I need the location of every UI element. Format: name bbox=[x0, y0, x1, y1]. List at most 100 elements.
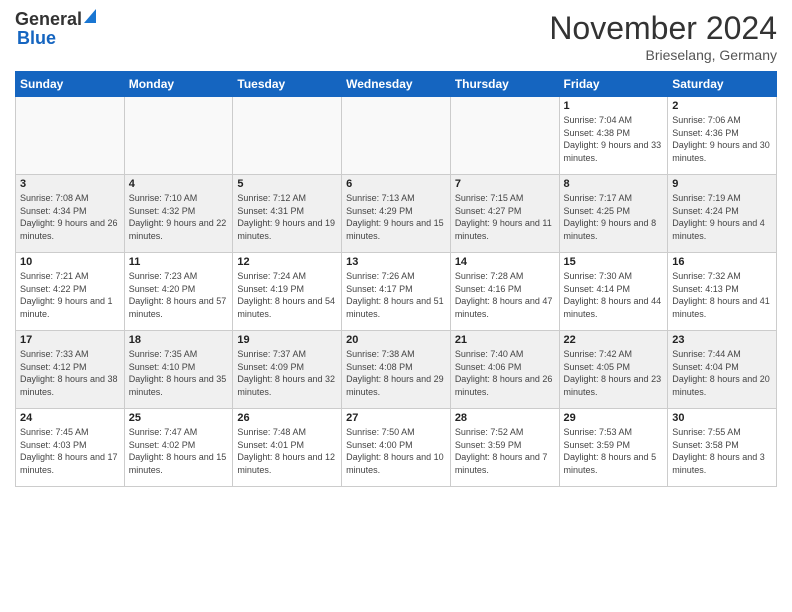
location-subtitle: Brieselang, Germany bbox=[549, 47, 777, 63]
day-number: 8 bbox=[564, 178, 664, 190]
day-info: Sunrise: 7:40 AM Sunset: 4:06 PM Dayligh… bbox=[455, 348, 555, 398]
day-info: Sunrise: 7:23 AM Sunset: 4:20 PM Dayligh… bbox=[129, 270, 229, 320]
col-wednesday: Wednesday bbox=[342, 72, 451, 97]
day-info: Sunrise: 7:45 AM Sunset: 4:03 PM Dayligh… bbox=[20, 426, 120, 476]
day-info: Sunrise: 7:48 AM Sunset: 4:01 PM Dayligh… bbox=[237, 426, 337, 476]
table-row: 4 Sunrise: 7:10 AM Sunset: 4:32 PM Daylig… bbox=[124, 175, 233, 253]
logo: General Blue bbox=[15, 10, 96, 49]
page-container: General Blue November 2024 Brieselang, G… bbox=[0, 0, 792, 497]
logo-triangle-icon bbox=[84, 9, 96, 28]
day-number: 28 bbox=[455, 412, 555, 424]
day-number: 27 bbox=[346, 412, 446, 424]
day-number: 26 bbox=[237, 412, 337, 424]
table-row bbox=[233, 97, 342, 175]
table-row: 29 Sunrise: 7:53 AM Sunset: 3:59 PM Dayli… bbox=[559, 409, 668, 487]
table-row: 7 Sunrise: 7:15 AM Sunset: 4:27 PM Daylig… bbox=[450, 175, 559, 253]
day-info: Sunrise: 7:38 AM Sunset: 4:08 PM Dayligh… bbox=[346, 348, 446, 398]
day-number: 24 bbox=[20, 412, 120, 424]
table-row: 15Sunrise: 7:30 AM Sunset: 4:14 PM Dayli… bbox=[559, 253, 668, 331]
col-tuesday: Tuesday bbox=[233, 72, 342, 97]
table-row: 3Sunrise: 7:08 AM Sunset: 4:34 PM Daylig… bbox=[16, 175, 125, 253]
day-info: Sunrise: 7:12 AM Sunset: 4:31 PM Dayligh… bbox=[237, 192, 337, 242]
table-row: 11 Sunrise: 7:23 AM Sunset: 4:20 PM Dayli… bbox=[124, 253, 233, 331]
day-number: 12 bbox=[237, 256, 337, 268]
table-row: 26 Sunrise: 7:48 AM Sunset: 4:01 PM Dayli… bbox=[233, 409, 342, 487]
table-row: 20 Sunrise: 7:38 AM Sunset: 4:08 PM Dayli… bbox=[342, 331, 451, 409]
table-row: 10 Sunrise: 7:21 AM Sunset: 4:22 PM Dayli… bbox=[16, 253, 125, 331]
day-number: 17 bbox=[20, 334, 120, 346]
day-info: Sunrise: 7:15 AM Sunset: 4:27 PM Dayligh… bbox=[455, 192, 555, 242]
table-row: 24 Sunrise: 7:45 AM Sunset: 4:03 PM Dayli… bbox=[16, 409, 125, 487]
day-number: 23 bbox=[672, 334, 772, 346]
day-info: Sunrise: 7:44 AM Sunset: 4:04 PM Dayligh… bbox=[672, 348, 772, 398]
day-number: 9 bbox=[672, 178, 772, 190]
table-row bbox=[342, 97, 451, 175]
day-number: 29 bbox=[564, 412, 664, 424]
day-number: 4 bbox=[129, 178, 229, 190]
day-number: 22 bbox=[564, 334, 664, 346]
day-info: Sunrise: 7:24 AM Sunset: 4:19 PM Dayligh… bbox=[237, 270, 337, 320]
day-info: Sunrise: 7:32 AM Sunset: 4:13 PM Dayligh… bbox=[672, 270, 772, 320]
day-number: 14 bbox=[455, 256, 555, 268]
table-row: 27 Sunrise: 7:50 AM Sunset: 4:00 PM Dayli… bbox=[342, 409, 451, 487]
table-row bbox=[450, 97, 559, 175]
calendar-week-row: 10 Sunrise: 7:21 AM Sunset: 4:22 PM Dayli… bbox=[16, 253, 777, 331]
table-row: 12 Sunrise: 7:24 AM Sunset: 4:19 PM Dayli… bbox=[233, 253, 342, 331]
day-number: 1 bbox=[564, 100, 664, 112]
day-info: Sunrise: 7:42 AM Sunset: 4:05 PM Dayligh… bbox=[564, 348, 664, 398]
day-number: 18 bbox=[129, 334, 229, 346]
day-info: Sunrise: 7:30 AM Sunset: 4:14 PM Dayligh… bbox=[564, 270, 664, 320]
day-number: 13 bbox=[346, 256, 446, 268]
table-row: 21 Sunrise: 7:40 AM Sunset: 4:06 PM Dayli… bbox=[450, 331, 559, 409]
table-row: 14Sunrise: 7:28 AM Sunset: 4:16 PM Dayli… bbox=[450, 253, 559, 331]
table-row: 28 Sunrise: 7:52 AM Sunset: 3:59 PM Dayli… bbox=[450, 409, 559, 487]
day-info: Sunrise: 7:50 AM Sunset: 4:00 PM Dayligh… bbox=[346, 426, 446, 476]
day-number: 16 bbox=[672, 256, 772, 268]
logo-blue-text: Blue bbox=[17, 28, 56, 48]
table-row bbox=[16, 97, 125, 175]
day-number: 7 bbox=[455, 178, 555, 190]
calendar-body: 1Sunrise: 7:04 AM Sunset: 4:38 PM Daylig… bbox=[16, 97, 777, 487]
table-row: 16 Sunrise: 7:32 AM Sunset: 4:13 PM Dayli… bbox=[668, 253, 777, 331]
calendar-week-row: 3Sunrise: 7:08 AM Sunset: 4:34 PM Daylig… bbox=[16, 175, 777, 253]
day-info: Sunrise: 7:33 AM Sunset: 4:12 PM Dayligh… bbox=[20, 348, 120, 398]
day-info: Sunrise: 7:13 AM Sunset: 4:29 PM Dayligh… bbox=[346, 192, 446, 242]
day-number: 2 bbox=[672, 100, 772, 112]
day-info: Sunrise: 7:26 AM Sunset: 4:17 PM Dayligh… bbox=[346, 270, 446, 320]
day-info: Sunrise: 7:19 AM Sunset: 4:24 PM Dayligh… bbox=[672, 192, 772, 242]
table-row: 6 Sunrise: 7:13 AM Sunset: 4:29 PM Daylig… bbox=[342, 175, 451, 253]
table-row: 19Sunrise: 7:37 AM Sunset: 4:09 PM Dayli… bbox=[233, 331, 342, 409]
day-number: 19 bbox=[237, 334, 337, 346]
table-row: 22 Sunrise: 7:42 AM Sunset: 4:05 PM Dayli… bbox=[559, 331, 668, 409]
day-info: Sunrise: 7:08 AM Sunset: 4:34 PM Dayligh… bbox=[20, 192, 120, 242]
table-row bbox=[124, 97, 233, 175]
table-row: 23 Sunrise: 7:44 AM Sunset: 4:04 PM Dayli… bbox=[668, 331, 777, 409]
col-friday: Friday bbox=[559, 72, 668, 97]
day-number: 21 bbox=[455, 334, 555, 346]
day-number: 10 bbox=[20, 256, 120, 268]
table-row: 9 Sunrise: 7:19 AM Sunset: 4:24 PM Daylig… bbox=[668, 175, 777, 253]
calendar-header-row: Sunday Monday Tuesday Wednesday Thursday… bbox=[16, 72, 777, 97]
day-info: Sunrise: 7:53 AM Sunset: 3:59 PM Dayligh… bbox=[564, 426, 664, 476]
table-row: 18Sunrise: 7:35 AM Sunset: 4:10 PM Dayli… bbox=[124, 331, 233, 409]
col-saturday: Saturday bbox=[668, 72, 777, 97]
month-title: November 2024 bbox=[549, 10, 777, 47]
table-row: 1Sunrise: 7:04 AM Sunset: 4:38 PM Daylig… bbox=[559, 97, 668, 175]
day-info: Sunrise: 7:06 AM Sunset: 4:36 PM Dayligh… bbox=[672, 114, 772, 164]
day-number: 20 bbox=[346, 334, 446, 346]
day-info: Sunrise: 7:47 AM Sunset: 4:02 PM Dayligh… bbox=[129, 426, 229, 476]
day-number: 5 bbox=[237, 178, 337, 190]
day-number: 25 bbox=[129, 412, 229, 424]
table-row: 30Sunrise: 7:55 AM Sunset: 3:58 PM Dayli… bbox=[668, 409, 777, 487]
calendar-week-row: 1Sunrise: 7:04 AM Sunset: 4:38 PM Daylig… bbox=[16, 97, 777, 175]
table-row: 13 Sunrise: 7:26 AM Sunset: 4:17 PM Dayli… bbox=[342, 253, 451, 331]
day-info: Sunrise: 7:52 AM Sunset: 3:59 PM Dayligh… bbox=[455, 426, 555, 476]
day-number: 6 bbox=[346, 178, 446, 190]
day-info: Sunrise: 7:10 AM Sunset: 4:32 PM Dayligh… bbox=[129, 192, 229, 242]
day-info: Sunrise: 7:17 AM Sunset: 4:25 PM Dayligh… bbox=[564, 192, 664, 242]
day-number: 11 bbox=[129, 256, 229, 268]
table-row: 17 Sunrise: 7:33 AM Sunset: 4:12 PM Dayli… bbox=[16, 331, 125, 409]
calendar-table: Sunday Monday Tuesday Wednesday Thursday… bbox=[15, 71, 777, 487]
day-info: Sunrise: 7:21 AM Sunset: 4:22 PM Dayligh… bbox=[20, 270, 120, 320]
table-row: 2 Sunrise: 7:06 AM Sunset: 4:36 PM Daylig… bbox=[668, 97, 777, 175]
